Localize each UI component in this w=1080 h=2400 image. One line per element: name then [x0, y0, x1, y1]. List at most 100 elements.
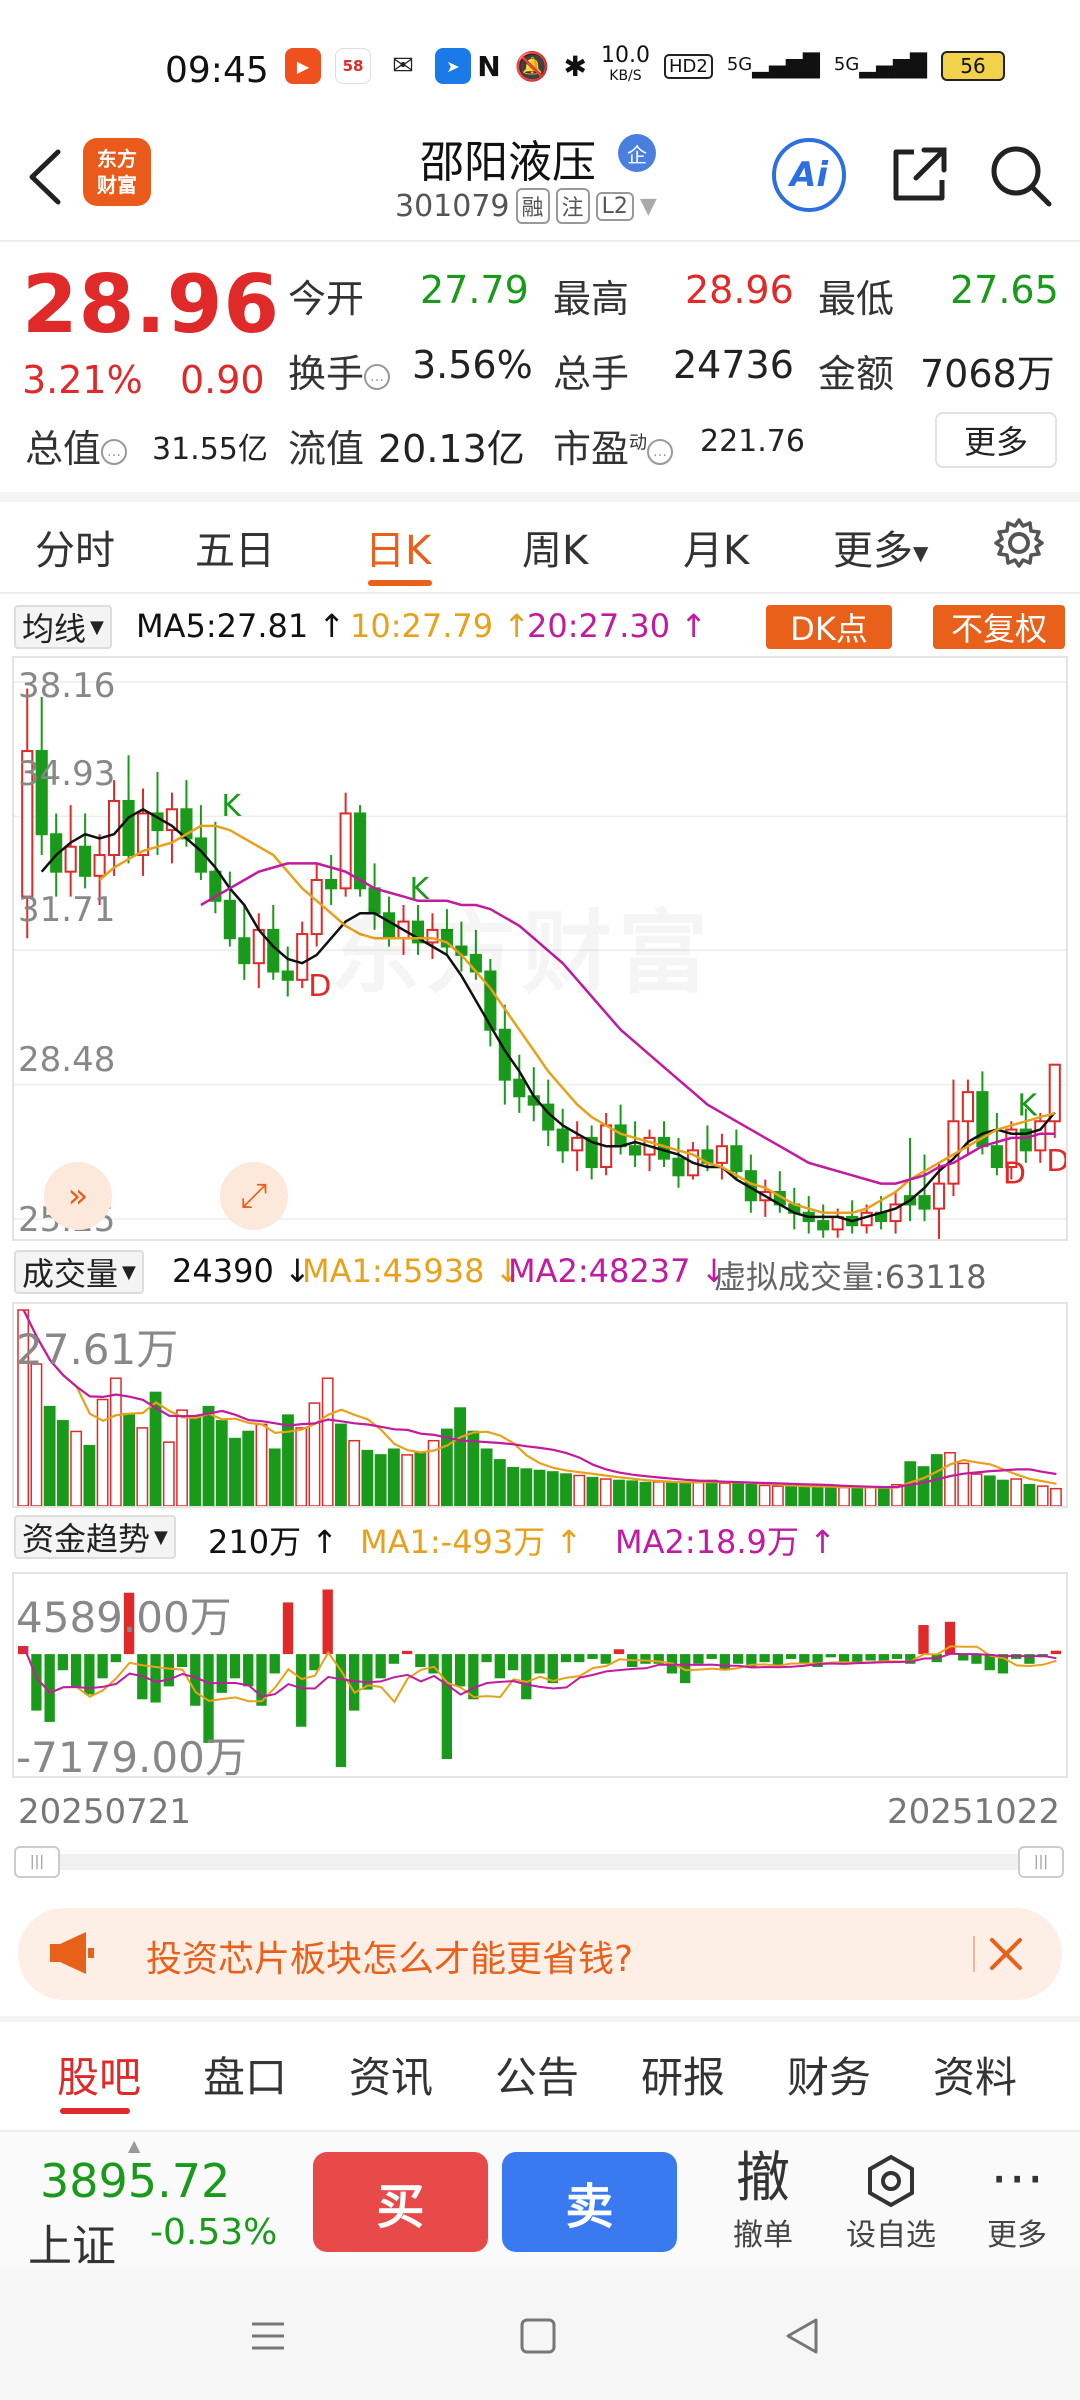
tab-guba[interactable]: 股吧 [57, 2044, 141, 2105]
volume-bar [573, 1474, 586, 1506]
no-adjust-button[interactable]: 不复权 [933, 605, 1065, 649]
fund-bar [468, 1654, 479, 1700]
change-value: 0.90 [180, 358, 265, 402]
volume-bar [864, 1486, 877, 1506]
back-icon[interactable] [780, 2314, 824, 2358]
close-icon[interactable] [978, 1926, 1034, 1982]
fund-value: 210万 ↑ [208, 1523, 339, 1561]
fund-bar [441, 1654, 453, 1760]
nfc-icon: N [477, 49, 501, 83]
info-icon[interactable]: … [647, 438, 674, 465]
fund-selector[interactable]: 资金趋势 ▼ [14, 1515, 176, 1559]
back-arrow-icon[interactable] [22, 142, 72, 212]
tab-weekly-k[interactable]: 周K [522, 518, 588, 576]
fund-bar [229, 1654, 241, 1679]
volume-selector[interactable]: 成交量 ▼ [14, 1250, 144, 1294]
indicator-selector-label: 均线 [22, 610, 87, 648]
fund-bar [401, 1650, 413, 1655]
tab-news[interactable]: 资讯 [349, 2044, 433, 2105]
l2-tag[interactable]: L2 [595, 191, 634, 221]
ma10-text: 10:27.79 [350, 607, 494, 645]
add-watchlist-button[interactable]: 设自选 [836, 2146, 946, 2254]
volume-bar [255, 1423, 268, 1506]
tab-research[interactable]: 研报 [641, 2044, 725, 2105]
index-value[interactable]: 3895.72 [40, 2154, 230, 2208]
slider-handle-left[interactable]: ||| [14, 1846, 60, 1878]
fund-bar [891, 1654, 903, 1659]
index-name[interactable]: 上证 [28, 2210, 116, 2274]
volume-value-text: 24390 [172, 1252, 274, 1290]
low-value: 27.65 [950, 268, 1059, 312]
tab-pankou[interactable]: 盘口 [203, 2044, 287, 2105]
volume-bar [176, 1409, 188, 1506]
current-price: 28.96 [22, 258, 281, 351]
fund-bar [918, 1625, 929, 1655]
tab-monthly-k[interactable]: 月K [683, 518, 749, 576]
fund-ma1-text: MA1:-493万 [360, 1523, 546, 1561]
buy-button[interactable]: 买 [313, 2152, 488, 2252]
tab-announcements[interactable]: 公告 [495, 2044, 579, 2105]
more-dots-icon: ⋯ [990, 2146, 1044, 2209]
ai-assistant-icon[interactable]: Ai [772, 138, 846, 212]
fund-bar [322, 1589, 333, 1655]
volume-bar [599, 1478, 612, 1506]
home-icon[interactable] [516, 2314, 560, 2358]
volume-panel[interactable]: 27.61万 [12, 1302, 1068, 1508]
date-end: 20251022 [887, 1792, 1061, 1832]
indicator-selector[interactable]: 均线 ▼ [14, 605, 112, 649]
candle-body [672, 1157, 685, 1177]
promo-banner[interactable]: 投资芯片板块怎么才能更省钱? [18, 1908, 1062, 2000]
ma5-value: MA5:27.81 ↑ [136, 607, 346, 645]
volume-ma2-text: MA2:48237 [508, 1252, 691, 1290]
fullscreen-icon[interactable]: ⤢ [220, 1162, 288, 1230]
turnover-label-text: 换手 [288, 352, 365, 396]
status-bar: 09:45 ▶ 58 ✉ ➤ N 🔕 ✱ 10.0 KB/S HD2 5G▂▄▆… [0, 0, 1080, 130]
volume-bar [613, 1479, 625, 1506]
quote-more-button[interactable]: 更多 [935, 412, 1057, 468]
triangle-down-icon: ▼ [122, 1261, 136, 1283]
volume-axis-label: 27.61万 [16, 1325, 179, 1374]
share-icon[interactable] [884, 140, 954, 210]
tab-profile[interactable]: 资料 [933, 2044, 1017, 2105]
caret-up-icon[interactable]: ▲ [128, 2136, 140, 2155]
kd-marker: K [1017, 1088, 1038, 1123]
fund-bar [415, 1654, 426, 1668]
cancel-order-button[interactable]: 撤 撤单 [708, 2146, 818, 2254]
candle-body [513, 1078, 526, 1098]
gear-icon[interactable] [992, 516, 1046, 570]
tab-intraday[interactable]: 分时 [35, 518, 115, 576]
volume-bar [123, 1412, 136, 1506]
range-slider[interactable]: ||| ||| [14, 1846, 1064, 1878]
candle-body [715, 1145, 728, 1164]
search-icon[interactable] [985, 140, 1057, 212]
menu-icon[interactable] [246, 2314, 290, 2358]
fund-panel[interactable]: 4589.00万 -7179.00万 [12, 1572, 1068, 1782]
net-speed-unit: KB/S [609, 68, 642, 84]
dk-point-button[interactable]: DK点 [766, 605, 892, 649]
status-right-icons: N 🔕 ✱ 10.0 KB/S HD2 5G▂▄▆█ 5G▂▄▆█ 56 [477, 45, 1005, 86]
expand-sidebar-icon[interactable]: » [44, 1162, 112, 1230]
tab-finance[interactable]: 财务 [787, 2044, 871, 2105]
index-change[interactable]: -0.53% [150, 2212, 277, 2253]
slider-handle-right[interactable]: ||| [1018, 1846, 1064, 1878]
info-icon[interactable]: … [364, 363, 391, 390]
wechat-icon: ✉ [385, 48, 421, 84]
fund-bar [57, 1654, 69, 1671]
trade-more-label: 更多 [987, 2218, 1047, 2253]
volume-bar [56, 1420, 69, 1506]
tab-more[interactable]: 更多▼ [833, 518, 928, 576]
sell-button[interactable]: 卖 [502, 2152, 677, 2252]
tab-daily-k[interactable]: 日K [365, 518, 431, 576]
info-icon[interactable]: … [101, 438, 128, 465]
logo-line-2: 财富 [97, 173, 137, 197]
period-tabs: 分时 五日 日K 周K 月K 更多▼ [0, 500, 1080, 590]
fund-bar [574, 1654, 585, 1663]
banner-text[interactable]: 投资芯片板块怎么才能更省钱? [146, 1930, 633, 1982]
volume-bar [308, 1402, 321, 1506]
tab-five-day[interactable]: 五日 [195, 518, 275, 576]
volume-bar [189, 1416, 202, 1506]
candle-body [918, 1195, 931, 1210]
fund-bar [521, 1654, 532, 1700]
chevron-down-icon[interactable]: ▼ [640, 194, 657, 219]
trade-more-button[interactable]: ⋯ 更多 [962, 2146, 1072, 2254]
